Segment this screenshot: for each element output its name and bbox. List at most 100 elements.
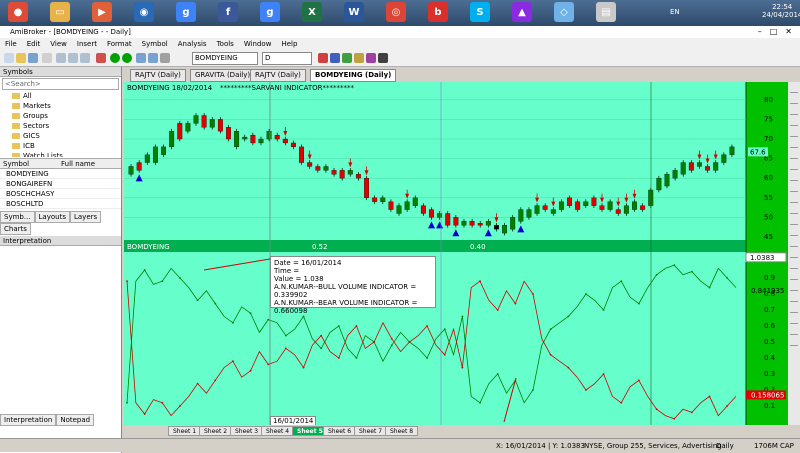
drawing-tool-icon[interactable] <box>790 239 798 247</box>
open-icon[interactable] <box>16 53 26 63</box>
drawing-tool-icon[interactable] <box>790 305 798 313</box>
drawing-tool-icon[interactable] <box>790 261 798 269</box>
line-tool-icon[interactable] <box>318 53 328 63</box>
tree-item[interactable]: Groups <box>0 111 121 121</box>
drawing-tool-icon[interactable] <box>790 96 798 104</box>
refresh-icon[interactable] <box>160 53 170 63</box>
drawing-tool-icon[interactable] <box>790 129 798 137</box>
amibroker-taskbar-icon[interactable]: ▲ <box>512 2 532 22</box>
symbol-row[interactable]: BOSCHCHASY <box>0 189 121 199</box>
symbol-combo[interactable]: BOMDYEING <box>192 52 258 65</box>
bitdefender-taskbar-icon[interactable]: b <box>428 2 448 22</box>
sheet-tab[interactable]: Sheet 1 <box>168 426 202 436</box>
app-taskbar-icon[interactable]: ◇ <box>554 2 574 22</box>
close-icon[interactable]: ✕ <box>785 27 800 36</box>
zoom-out-icon[interactable] <box>148 53 158 63</box>
drawing-tool-icon[interactable] <box>790 85 798 93</box>
tree-item[interactable]: GICS <box>0 131 121 141</box>
menu-tools[interactable]: Tools <box>212 40 239 48</box>
menu-format[interactable]: Format <box>102 40 137 48</box>
interp-tab[interactable]: Interpretation <box>0 414 57 426</box>
folder-taskbar-icon[interactable]: ▭ <box>50 2 70 22</box>
drawing-tool-icon[interactable] <box>790 140 798 148</box>
sheet-tab[interactable]: Sheet 2 <box>199 426 233 436</box>
panel-tab[interactable]: Charts <box>0 223 31 235</box>
skype-taskbar-icon[interactable]: S <box>470 2 490 22</box>
tree-item[interactable]: Watch Lists <box>0 151 121 157</box>
draw-tool-icon[interactable] <box>366 53 376 63</box>
panel-tab[interactable]: Layouts <box>34 211 70 223</box>
zoom-in-icon[interactable] <box>136 53 146 63</box>
chart-svg[interactable]: 80757065605550450.90.80.70.60.50.40.30.2… <box>124 82 800 425</box>
sheet-tab[interactable]: Sheet 8 <box>385 426 419 436</box>
new-icon[interactable] <box>4 53 14 63</box>
chrome-taskbar-icon[interactable]: ● <box>8 2 28 22</box>
drawing-tool-icon[interactable] <box>790 173 798 181</box>
lang-indicator[interactable]: EN <box>670 8 680 16</box>
chart-tab[interactable]: RAJTV (Daily) <box>250 69 306 82</box>
symbol-search-input[interactable]: <Search> <box>2 78 119 90</box>
tree-item[interactable]: Markets <box>0 101 121 111</box>
drawing-tool-icon[interactable] <box>790 316 798 324</box>
word-taskbar-icon[interactable]: W <box>344 2 364 22</box>
chrome2-taskbar-icon[interactable]: ◎ <box>386 2 406 22</box>
symbol-row[interactable]: BOMDYEING <box>0 169 121 179</box>
menu-insert[interactable]: Insert <box>72 40 102 48</box>
minimize-icon[interactable]: – <box>758 27 770 36</box>
drawing-toolbar[interactable] <box>788 82 800 425</box>
chart-tab[interactable]: BOMDYEING (Daily) <box>310 69 397 82</box>
tree-item[interactable]: Sectors <box>0 121 121 131</box>
tree-item[interactable]: ICB <box>0 141 121 151</box>
menu-help[interactable]: Help <box>276 40 302 48</box>
column-fullname-header[interactable]: Full name <box>55 159 95 168</box>
drawing-tool-icon[interactable] <box>790 195 798 203</box>
interval-combo[interactable]: D <box>262 52 312 65</box>
drawing-tool-icon[interactable] <box>790 283 798 291</box>
forward-icon[interactable] <box>122 53 132 63</box>
cut-icon[interactable] <box>56 53 66 63</box>
media-taskbar-icon[interactable]: ▶ <box>92 2 112 22</box>
save-icon[interactable] <box>28 53 38 63</box>
chart-area[interactable]: 80 75 70 65 60 55 50 45 0.9 0.8 0.7 0.6 0.5 0.4 0.3 0.2… <box>124 82 800 425</box>
menu-symbol[interactable]: Symbol <box>137 40 173 48</box>
cursor-tool-icon[interactable] <box>354 53 364 63</box>
google2-taskbar-icon[interactable]: g <box>260 2 280 22</box>
sheet-tab[interactable]: Sheet 4 <box>261 426 295 436</box>
sheet-tab[interactable]: Sheet 7 <box>354 426 388 436</box>
drawing-tool-icon[interactable] <box>790 228 798 236</box>
menu-view[interactable]: View <box>45 40 72 48</box>
drawing-tool-icon[interactable] <box>790 338 798 346</box>
symbol-row[interactable]: BOSCHLTD <box>0 199 121 209</box>
drawing-tool-icon[interactable] <box>790 327 798 335</box>
candle-tool-icon[interactable] <box>330 53 340 63</box>
stop-icon[interactable] <box>96 53 106 63</box>
facebook-taskbar-icon[interactable]: f <box>218 2 238 22</box>
copy-icon[interactable] <box>68 53 78 63</box>
column-symbol-header[interactable]: Symbol <box>0 159 55 168</box>
interp-tab[interactable]: Notepad <box>56 414 95 426</box>
drawing-tool-icon[interactable] <box>790 206 798 214</box>
clock[interactable]: 22:54 24/04/2014 <box>762 3 800 19</box>
tree-item[interactable]: All <box>0 91 121 101</box>
drawing-tool-icon[interactable] <box>790 118 798 126</box>
drawing-tool-icon[interactable] <box>790 250 798 258</box>
menu-analysis[interactable]: Analysis <box>173 40 212 48</box>
chart-tab[interactable]: GRAVITA (Daily) <box>190 69 256 82</box>
menu-file[interactable]: File <box>0 40 22 48</box>
chart-tab[interactable]: RAJTV (Daily) <box>130 69 186 82</box>
excel-taskbar-icon[interactable]: X <box>302 2 322 22</box>
back-icon[interactable] <box>110 53 120 63</box>
drawing-tool-icon[interactable] <box>790 294 798 302</box>
menu-edit[interactable]: Edit <box>22 40 46 48</box>
bar-tool-icon[interactable] <box>342 53 352 63</box>
print-icon[interactable] <box>42 53 52 63</box>
drawing-tool-icon[interactable] <box>790 162 798 170</box>
panel-tab[interactable]: Layers <box>69 211 102 223</box>
sheet-tab[interactable]: Sheet 3 <box>230 426 264 436</box>
menu-window[interactable]: Window <box>239 40 277 48</box>
drawing-tool-icon[interactable] <box>790 184 798 192</box>
notes-taskbar-icon[interactable]: ▤ <box>596 2 616 22</box>
panel-tab[interactable]: Symb... <box>0 211 35 223</box>
drawing-tool-icon[interactable] <box>790 217 798 225</box>
magnet-icon[interactable] <box>378 53 388 63</box>
